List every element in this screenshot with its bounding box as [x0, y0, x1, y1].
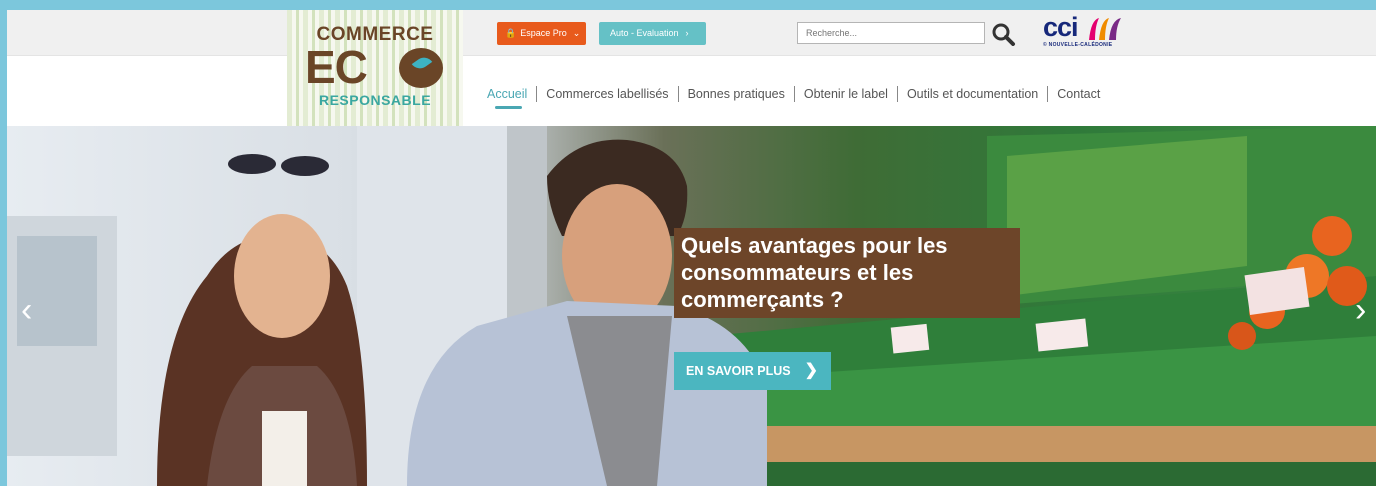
espace-pro-button[interactable]: 🔒 Espace Pro ⌄ — [497, 22, 586, 45]
nav-item-obtenir-le-label[interactable]: Obtenir le label — [793, 86, 897, 102]
leaf-icon — [399, 48, 443, 88]
lock-icon: 🔒 — [505, 28, 517, 38]
search-input[interactable] — [797, 22, 985, 44]
cci-logo-text: cci — [1043, 12, 1079, 42]
nav-item-outils-documentation[interactable]: Outils et documentation — [896, 86, 1047, 102]
nav-item-accueil[interactable]: Accueil — [481, 86, 536, 109]
hero-headline: Quels avantages pour les consommateurs e… — [674, 228, 1020, 318]
carousel-prev-button[interactable]: ‹ — [21, 293, 32, 327]
cci-arcs-icon — [1089, 18, 1121, 40]
auto-evaluation-button[interactable]: Auto - Evaluation › — [599, 22, 706, 45]
page: COMMERCE EC RESPONSABLE 🔒 Espace Pro ⌄ Aut… — [7, 10, 1376, 486]
chevron-left-icon: ‹ — [21, 291, 33, 329]
cci-subtitle: © NOUVELLE-CALÉDONIE — [1043, 42, 1113, 48]
auto-evaluation-label: Auto - Evaluation — [610, 28, 679, 38]
carousel-next-button[interactable]: › — [1355, 293, 1366, 327]
site-logo[interactable]: COMMERCE EC RESPONSABLE — [287, 10, 463, 126]
chevron-down-icon: ⌄ — [572, 28, 581, 38]
espace-pro-label: Espace Pro — [520, 28, 567, 38]
logo-line-responsable: RESPONSABLE — [318, 92, 432, 108]
search-icon[interactable] — [991, 22, 1017, 46]
chevron-right-icon: › — [685, 28, 689, 38]
chevron-right-icon: ❯ — [804, 362, 819, 379]
logo-line-eco: EC — [305, 41, 368, 93]
nav-item-bonnes-pratiques[interactable]: Bonnes pratiques — [677, 86, 794, 102]
cta-label: EN SAVOIR PLUS — [686, 364, 791, 378]
main-nav: Accueil Commerces labellisés Bonnes prat… — [481, 86, 1109, 109]
chevron-right-icon: › — [1355, 291, 1367, 329]
nav-item-contact[interactable]: Contact — [1047, 86, 1109, 102]
en-savoir-plus-button[interactable]: EN SAVOIR PLUS ❯ — [674, 352, 831, 390]
hero-carousel: ‹ › Quels avantages pour les consommateu… — [7, 126, 1376, 486]
nav-item-commerces-labellises[interactable]: Commerces labellisés — [536, 86, 677, 102]
cci-logo[interactable]: cci © NOUVELLE-CALÉDONIE — [1041, 12, 1131, 52]
